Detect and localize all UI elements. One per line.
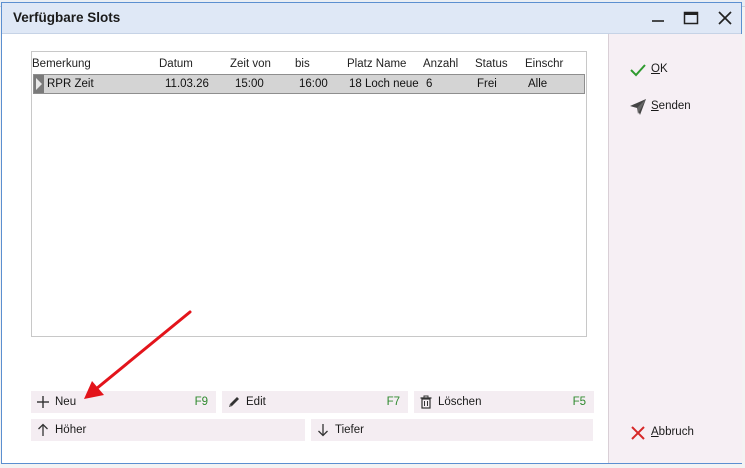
table-row[interactable]: RPR Zeit 11.03.26 15:00 16:00 18 Loch ne… [33, 74, 585, 94]
neu-button[interactable]: Neu F9 [31, 391, 216, 413]
maximize-icon [683, 11, 699, 25]
cell-bemerkung: RPR Zeit [47, 78, 94, 90]
col-header-anzahl[interactable]: Anzahl [423, 58, 458, 70]
edit-button[interactable]: Edit F7 [222, 391, 408, 413]
pencil-icon [229, 397, 239, 407]
send-icon [630, 99, 646, 115]
loeschen-shortcut: F5 [572, 396, 586, 408]
dialog-window: Verfügbare Slots Bemerkung Datum Zeit vo… [1, 2, 742, 464]
neu-shortcut: F9 [194, 396, 208, 408]
hoeher-button[interactable]: Höher [31, 419, 305, 441]
close-icon [718, 11, 732, 25]
cell-status: Frei [477, 78, 497, 90]
abbruch-button[interactable]: Abbruch [629, 423, 729, 443]
senden-button[interactable]: Senden [629, 97, 729, 117]
neu-label: Neu [55, 396, 77, 408]
tiefer-button[interactable]: Tiefer [311, 419, 593, 441]
cell-datum: 11.03.26 [165, 78, 209, 90]
col-header-datum[interactable]: Datum [159, 58, 193, 70]
hoeher-label: Höher [55, 424, 87, 436]
tiefer-label: Tiefer [335, 424, 364, 436]
plus-icon [37, 396, 49, 408]
slots-grid[interactable]: Bemerkung Datum Zeit von bis Platz Name … [31, 51, 587, 337]
col-header-einschr[interactable]: Einschr [525, 58, 563, 70]
minimize-button[interactable] [647, 7, 669, 29]
ok-button[interactable]: OK [629, 60, 729, 80]
title-bar: Verfügbare Slots [2, 3, 741, 34]
col-header-bis[interactable]: bis [295, 58, 310, 70]
row-selector-icon [34, 75, 44, 93]
abbruch-label: Abbruch [651, 426, 694, 438]
senden-label: Senden [651, 100, 691, 112]
check-icon [630, 64, 646, 77]
col-header-platz-name[interactable]: Platz Name [347, 58, 406, 70]
edit-shortcut: F7 [386, 396, 400, 408]
window-title: Verfügbare Slots [13, 10, 121, 25]
maximize-button[interactable] [680, 7, 702, 29]
edit-label: Edit [246, 396, 266, 408]
arrow-down-icon [318, 424, 328, 437]
col-header-status[interactable]: Status [475, 58, 508, 70]
col-header-bemerkung[interactable]: Bemerkung [32, 58, 91, 70]
col-header-zeit-von[interactable]: Zeit von [230, 58, 271, 70]
arrow-up-icon [38, 423, 48, 436]
loeschen-button[interactable]: Löschen F5 [414, 391, 594, 413]
main-content: Bemerkung Datum Zeit von bis Platz Name … [2, 34, 608, 463]
cell-zeit-von: 15:00 [235, 78, 264, 90]
close-button[interactable] [714, 7, 736, 29]
cell-platz-name: 18 Loch neue [349, 78, 419, 90]
action-pane: OK Senden Abbruch [608, 34, 742, 463]
cancel-icon [631, 426, 645, 440]
cell-einschr: Alle [528, 78, 548, 90]
ok-label: OK [651, 63, 668, 75]
cell-bis: 16:00 [299, 78, 328, 90]
minimize-icon [652, 20, 664, 22]
loeschen-label: Löschen [438, 396, 482, 408]
trash-icon [420, 395, 432, 409]
cell-anzahl: 6 [426, 78, 433, 90]
